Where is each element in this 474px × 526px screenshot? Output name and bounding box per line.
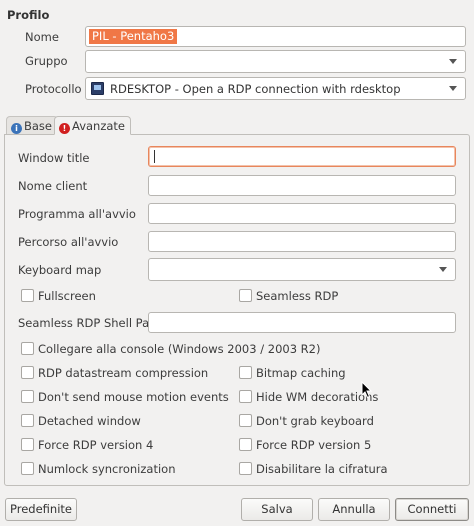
no-mouse-motion-checkbox[interactable] [21, 390, 34, 403]
no-grab-keyboard-label: Don't grab keyboard [256, 414, 374, 428]
connect-button[interactable]: Connetti [395, 498, 469, 521]
chevron-down-icon [439, 267, 447, 272]
startup-program-label: Programma all'avvio [18, 207, 136, 221]
seamless-shell-path-label: Seamless RDP Shell Path [18, 316, 161, 330]
defaults-button[interactable]: Predefinite [5, 498, 77, 521]
chevron-down-icon [449, 86, 457, 91]
no-mouse-motion-label: Don't send mouse motion events [38, 390, 229, 404]
console-label: Collegare alla console (Windows 2003 / 2… [38, 342, 321, 356]
fullscreen-label: Fullscreen [38, 289, 96, 303]
detached-window-checkbox[interactable] [21, 414, 34, 427]
client-name-input[interactable] [148, 175, 456, 196]
name-input[interactable]: PIL - Pentaho3 [85, 26, 466, 47]
name-input-value: PIL - Pentaho3 [89, 29, 178, 44]
startup-path-label: Percorso all'avvio [18, 235, 119, 249]
datastream-compression-label: RDP datastream compression [38, 366, 209, 380]
detached-window-label: Detached window [38, 414, 141, 428]
text-caret [154, 150, 155, 163]
numlock-sync-checkbox[interactable] [21, 462, 34, 475]
window-title-label: Window title [18, 151, 90, 165]
window-title-input[interactable] [148, 146, 456, 167]
disable-encryption-label: Disabilitare la cifratura [256, 462, 388, 476]
tab-base[interactable]: i Base [6, 116, 59, 135]
group-combo[interactable] [85, 50, 466, 73]
info-icon: i [11, 123, 22, 134]
console-checkbox[interactable] [21, 342, 34, 355]
force-rdp5-label: Force RDP version 5 [256, 438, 372, 452]
seamless-shell-path-input[interactable] [148, 312, 456, 333]
tab-advanced-label: Avanzate [72, 119, 126, 133]
bitmap-caching-checkbox[interactable] [239, 366, 252, 379]
tab-base-label: Base [24, 119, 53, 133]
client-name-label: Nome client [18, 179, 88, 193]
group-label: Gruppo [25, 54, 68, 68]
bitmap-caching-label: Bitmap caching [256, 366, 346, 380]
force-rdp4-label: Force RDP version 4 [38, 438, 154, 452]
disable-encryption-checkbox[interactable] [239, 462, 252, 475]
cancel-button[interactable]: Annulla [318, 498, 390, 521]
rdp-protocol-icon [91, 82, 104, 95]
protocol-combo[interactable]: RDESKTOP - Open a RDP connection with rd… [85, 77, 466, 100]
protocol-combo-value: RDESKTOP - Open a RDP connection with rd… [110, 82, 401, 96]
startup-path-input[interactable] [148, 231, 456, 252]
hide-wm-decorations-checkbox[interactable] [239, 390, 252, 403]
startup-program-input[interactable] [148, 203, 456, 224]
protocol-label: Protocollo [25, 82, 82, 96]
save-button[interactable]: Salva [241, 498, 313, 521]
force-rdp5-checkbox[interactable] [239, 438, 252, 451]
warning-icon: ! [59, 123, 70, 134]
seamless-rdp-label: Seamless RDP [256, 289, 339, 303]
section-title-profile: Profilo [7, 8, 50, 22]
no-grab-keyboard-checkbox[interactable] [239, 414, 252, 427]
datastream-compression-checkbox[interactable] [21, 366, 34, 379]
seamless-rdp-checkbox[interactable] [239, 289, 252, 302]
keyboard-map-combo[interactable] [148, 258, 456, 281]
mouse-pointer-icon [361, 381, 373, 399]
chevron-down-icon [449, 59, 457, 64]
numlock-sync-label: Numlock syncronization [38, 462, 176, 476]
fullscreen-checkbox[interactable] [21, 289, 34, 302]
force-rdp4-checkbox[interactable] [21, 438, 34, 451]
hide-wm-decorations-label: Hide WM decorations [256, 390, 379, 404]
keyboard-map-label: Keyboard map [18, 263, 102, 277]
name-label: Nome [25, 30, 59, 44]
tab-advanced[interactable]: ! Avanzate [54, 116, 132, 135]
